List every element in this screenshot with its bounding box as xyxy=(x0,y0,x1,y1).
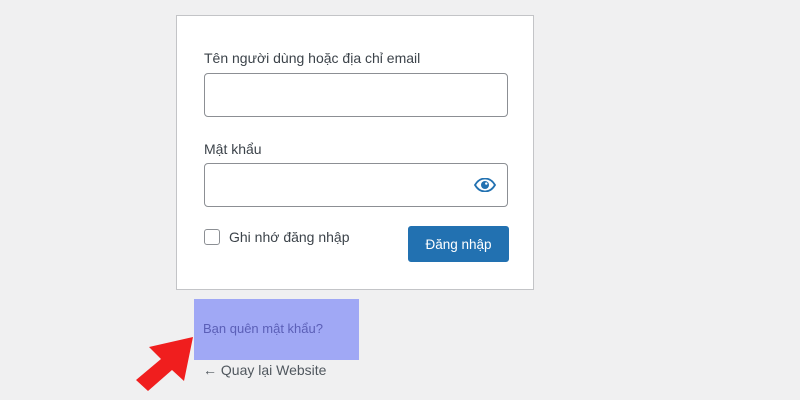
remember-me-checkbox[interactable] xyxy=(204,229,220,245)
login-form: Tên người dùng hoặc địa chỉ email Mật kh… xyxy=(176,15,534,290)
password-label: Mật khẩu xyxy=(204,141,262,157)
username-label: Tên người dùng hoặc địa chỉ email xyxy=(204,50,421,66)
back-to-website-link[interactable]: ← Quay lại Website xyxy=(203,362,326,378)
eye-icon-graphic xyxy=(474,178,496,192)
username-input[interactable] xyxy=(204,73,508,117)
remember-me-row[interactable]: Ghi nhớ đăng nhập xyxy=(204,229,350,245)
password-input[interactable] xyxy=(204,163,508,207)
forgot-password-link[interactable]: Bạn quên mật khẩu? xyxy=(203,321,323,336)
red-arrow-icon xyxy=(136,337,193,391)
remember-me-label: Ghi nhớ đăng nhập xyxy=(229,229,350,245)
login-button[interactable]: Đăng nhập xyxy=(408,226,509,262)
eye-icon[interactable] xyxy=(471,174,499,196)
